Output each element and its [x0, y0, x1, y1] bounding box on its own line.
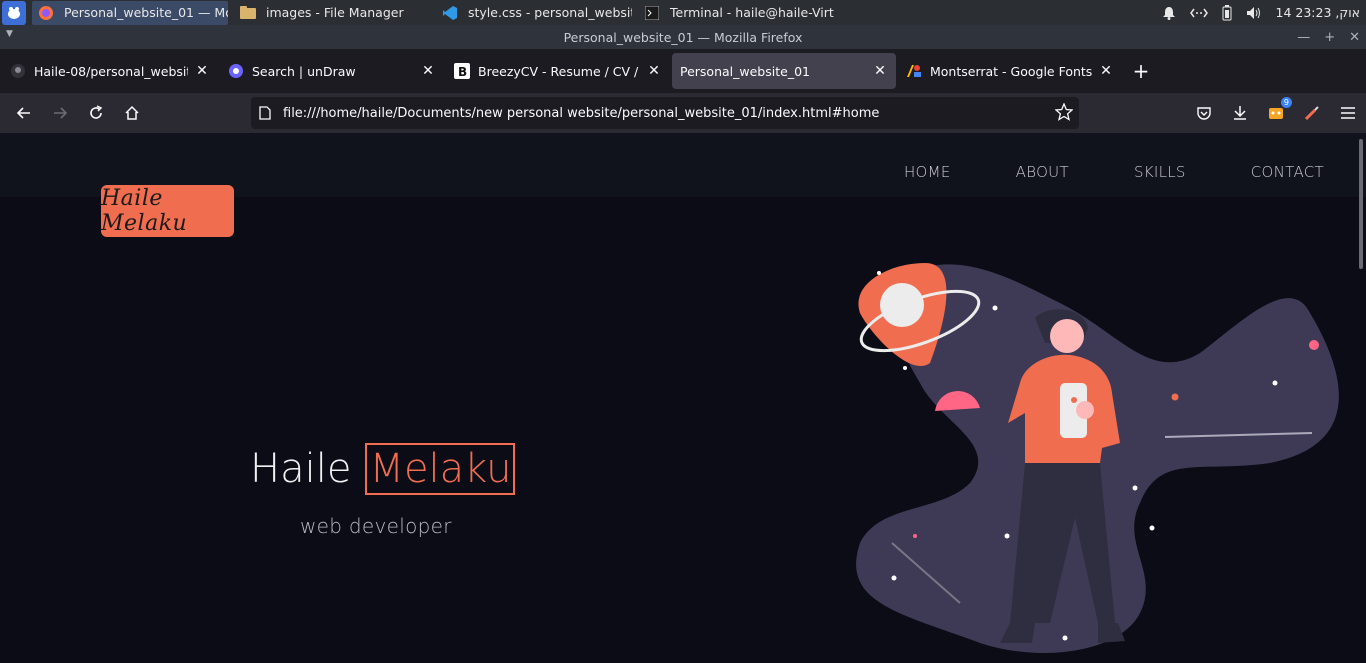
svg-text:B: B: [458, 65, 467, 79]
bookmark-star-icon[interactable]: [1054, 102, 1074, 125]
hero-name: Haile Melaku: [250, 443, 516, 495]
downloads-icon[interactable]: [1230, 103, 1250, 123]
extension-badge: 9: [1280, 97, 1292, 108]
reload-button[interactable]: [78, 97, 114, 129]
nav-link-contact[interactable]: CONTACT: [1251, 163, 1324, 181]
pocket-icon[interactable]: [1194, 103, 1214, 123]
tab-label: Personal_website_01: [680, 63, 810, 79]
os-taskbar: Personal_website_01 — Mo... images - Fil…: [0, 0, 1366, 25]
tab-undraw[interactable]: Search | unDraw ✕: [220, 53, 444, 89]
system-tray: 14 אוק, 23:23: [1162, 0, 1361, 25]
tab-breezycv[interactable]: B BreezyCV - Resume / CV / vCard ✕: [446, 53, 670, 89]
tab-close-icon[interactable]: ✕: [646, 62, 662, 80]
browser-navbar: file:///home/haile/Documents/new persona…: [0, 93, 1366, 133]
tab-label: Search | unDraw: [252, 63, 356, 79]
terminal-icon: [644, 5, 660, 21]
mouse-logo-icon: [8, 6, 20, 19]
color-picker-icon[interactable]: [1302, 103, 1322, 123]
url-bar[interactable]: file:///home/haile/Documents/new persona…: [251, 97, 1079, 129]
url-text[interactable]: file:///home/haile/Documents/new persona…: [283, 106, 879, 121]
page-icon: [259, 106, 271, 120]
hero-first-name: Haile: [250, 446, 352, 492]
tab-label: BreezyCV - Resume / CV / vCard: [478, 63, 640, 79]
window-menu-icon[interactable]: ▼: [6, 29, 13, 39]
tab-github[interactable]: Haile-08/personal_website_01 ✕: [2, 53, 218, 89]
menu-icon[interactable]: [1338, 103, 1358, 123]
tab-label: Montserrat - Google Fonts: [930, 63, 1092, 79]
astronaut-illustration: [856, 263, 1339, 653]
tab-personal-website[interactable]: Personal_website_01 ✕: [672, 53, 896, 89]
tab-close-icon[interactable]: ✕: [1098, 62, 1114, 80]
taskbar-item-firefox[interactable]: Personal_website_01 — Mo...: [32, 0, 228, 25]
battery-icon[interactable]: [1222, 4, 1232, 21]
site-nav: HOME ABOUT SKILLS CONTACT: [904, 163, 1324, 181]
app-menu-button[interactable]: [2, 0, 26, 25]
minimize-icon[interactable]: —: [1297, 30, 1310, 45]
back-button[interactable]: [6, 97, 42, 129]
back-arrow-icon: [16, 107, 30, 119]
taskbar-item-label: Terminal - haile@haile-Virtu...: [670, 5, 834, 20]
tab-google-fonts[interactable]: Montserrat - Google Fonts ✕: [898, 53, 1122, 89]
nav-link-about[interactable]: ABOUT: [1016, 163, 1069, 181]
taskbar-item-label: images - File Manager: [266, 5, 404, 20]
nav-link-skills[interactable]: SKILLS: [1134, 163, 1186, 181]
tab-close-icon[interactable]: ✕: [194, 62, 210, 80]
web-page: HOME ABOUT SKILLS CONTACT Haile Melaku H…: [0, 133, 1366, 663]
github-icon: [10, 63, 26, 79]
window-title: Personal_website_01 — Mozilla Firefox: [563, 29, 803, 45]
browser-tab-strip: Haile-08/personal_website_01 ✕ Search | …: [0, 49, 1366, 93]
hero-last-name: Melaku: [365, 443, 516, 495]
vscode-icon: [442, 5, 458, 21]
nav-link-home[interactable]: HOME: [904, 163, 951, 181]
home-button[interactable]: [114, 97, 150, 129]
taskbar-item-file-manager[interactable]: images - File Manager: [234, 1, 430, 25]
tab-close-icon[interactable]: ✕: [872, 62, 888, 80]
forward-arrow-icon: [54, 107, 68, 119]
undraw-icon: [228, 63, 244, 79]
extension-icon[interactable]: 9: [1266, 97, 1292, 123]
bootstrap-icon: B: [454, 63, 470, 79]
tab-close-icon[interactable]: ✕: [420, 62, 436, 80]
forward-button[interactable]: [42, 97, 78, 129]
window-titlebar: ▼ Personal_website_01 — Mozilla Firefox …: [0, 25, 1366, 49]
close-icon[interactable]: ✕: [1349, 30, 1360, 45]
clock[interactable]: 14 אוק, 23:23: [1276, 5, 1361, 20]
browser-toolbar: 9: [1194, 93, 1358, 133]
volume-icon[interactable]: [1246, 6, 1262, 20]
taskbar-item-label: style.css - personal_website...: [468, 5, 632, 20]
taskbar-item-terminal[interactable]: Terminal - haile@haile-Virtu...: [638, 1, 834, 25]
firefox-icon: [38, 5, 54, 21]
notification-bell-icon[interactable]: [1162, 6, 1176, 20]
google-fonts-icon: [906, 63, 922, 79]
page-scrollbar[interactable]: [1359, 139, 1363, 269]
home-icon: [125, 105, 139, 120]
taskbar-item-vscode[interactable]: style.css - personal_website...: [436, 1, 632, 25]
site-logo[interactable]: Haile Melaku: [101, 185, 234, 237]
hero-role: web developer: [300, 514, 452, 538]
reload-icon: [90, 105, 103, 119]
tab-label: Haile-08/personal_website_01: [34, 63, 188, 79]
network-icon[interactable]: [1189, 7, 1208, 19]
new-tab-button[interactable]: +: [1126, 56, 1156, 86]
folder-icon: [240, 5, 256, 21]
taskbar-item-label: Personal_website_01 — Mo...: [64, 5, 228, 20]
maximize-icon[interactable]: +: [1324, 30, 1335, 45]
